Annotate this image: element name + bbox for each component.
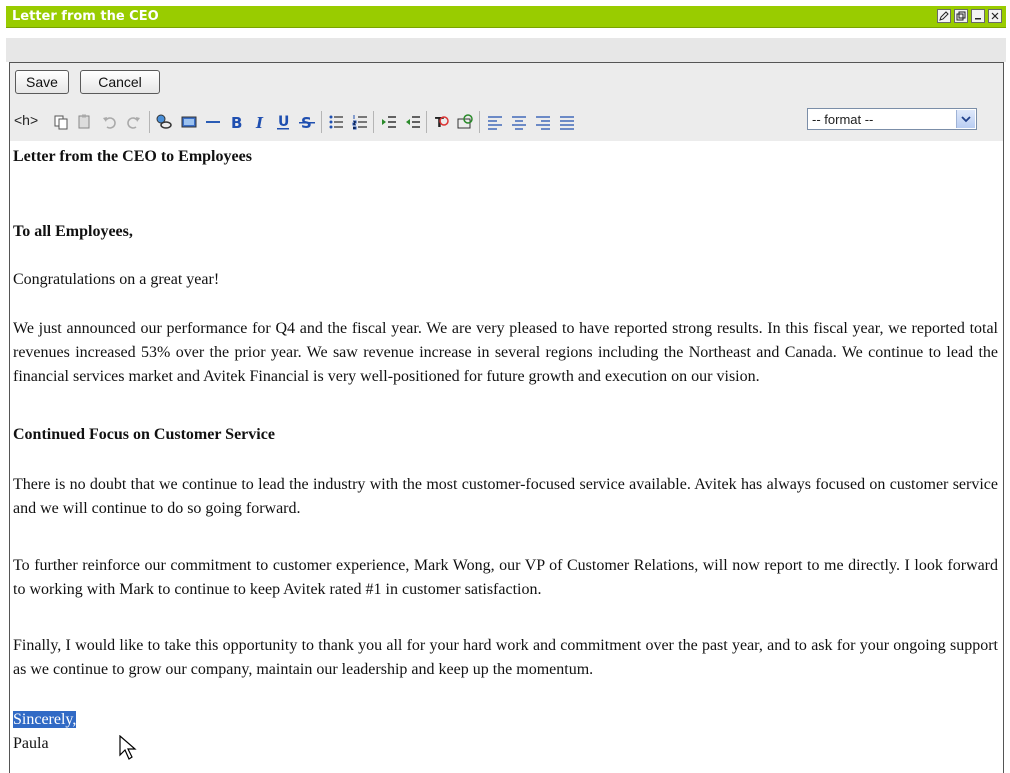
window-title: Letter from the CEO (12, 9, 159, 24)
underline-icon[interactable]: U (274, 113, 292, 131)
window-controls (937, 9, 1002, 23)
strikethrough-icon[interactable]: S (298, 113, 316, 131)
align-right-icon[interactable] (534, 113, 552, 131)
numbered-list-icon[interactable] (351, 113, 369, 131)
close-icon[interactable] (988, 9, 1002, 23)
salutation: To all Employees, (13, 223, 133, 240)
svg-text:I: I (255, 114, 264, 131)
titlebar-bar: Letter from the CEO (6, 6, 1006, 28)
save-button[interactable]: Save (15, 70, 69, 94)
rich-text-editor: Save Cancel <h> B I U S T -- format -- L… (9, 62, 1004, 773)
mouse-pointer-icon (119, 734, 137, 763)
portlet-header-strip (6, 38, 1006, 62)
section-heading: Continued Focus on Customer Service (13, 426, 275, 443)
svg-text:U: U (278, 114, 289, 130)
toolbar-separator (479, 111, 480, 133)
undo-icon[interactable] (101, 113, 119, 131)
format-select[interactable]: -- format -- (807, 108, 977, 130)
copy-icon[interactable] (52, 113, 70, 131)
paragraph: There is no doubt that we continue to le… (13, 476, 998, 517)
horizontal-rule-icon[interactable] (204, 113, 222, 131)
chevron-down-icon[interactable] (956, 110, 975, 128)
cancel-button[interactable]: Cancel (80, 70, 160, 94)
window-titlebar: Letter from the CEO (0, 0, 1010, 34)
justify-icon[interactable] (558, 113, 576, 131)
selected-text: Sincerely, (13, 711, 77, 728)
align-center-icon[interactable] (510, 113, 528, 131)
float-window-icon[interactable] (954, 9, 968, 23)
toolbar-separator (426, 111, 427, 133)
outdent-icon[interactable] (404, 113, 422, 131)
redo-icon[interactable] (124, 113, 142, 131)
document-title: Letter from the CEO to Employees (13, 148, 252, 165)
paste-icon[interactable] (76, 113, 94, 131)
paragraph: We just announced our performance for Q4… (13, 320, 998, 385)
paragraph: To further reinforce our commitment to c… (13, 557, 998, 598)
paragraph: Finally, I would like to take this oppor… (13, 637, 998, 678)
italic-icon[interactable]: I (250, 113, 268, 131)
toolbar-separator (321, 111, 322, 133)
image-icon[interactable] (180, 113, 198, 131)
svg-text:T: T (435, 116, 444, 131)
indent-icon[interactable] (380, 113, 398, 131)
toolbar-separator (149, 111, 150, 133)
signature: Paula (13, 735, 49, 752)
background-color-icon[interactable] (456, 113, 474, 131)
format-select-value: -- format -- (812, 112, 874, 127)
edit-icon[interactable] (937, 9, 951, 23)
text-color-icon[interactable]: T (432, 113, 450, 131)
link-icon[interactable] (155, 113, 173, 131)
minimize-icon[interactable] (971, 9, 985, 23)
align-left-icon[interactable] (486, 113, 504, 131)
bulleted-list-icon[interactable] (327, 113, 345, 131)
bold-icon[interactable]: B (228, 113, 246, 131)
closing: Sincerely, (13, 708, 77, 732)
paragraph: Congratulations on a great year! (13, 271, 220, 288)
html-source-toggle[interactable]: <h> (14, 112, 38, 128)
toolbar-separator (373, 111, 374, 133)
action-toolbar: Save Cancel (10, 63, 1003, 103)
svg-text:B: B (231, 114, 242, 131)
